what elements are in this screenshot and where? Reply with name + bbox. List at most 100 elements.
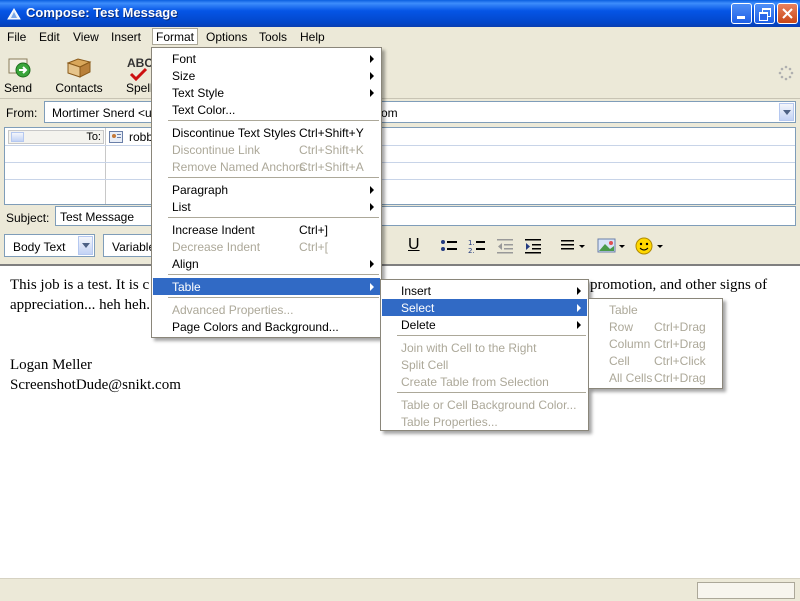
- body-line: This job is a test. It is c: [10, 277, 150, 293]
- menu-help[interactable]: Help: [300, 30, 325, 44]
- menu-item-discontinue-text-styles[interactable]: Discontinue Text Styles Ctrl+Shift+Y: [153, 124, 380, 141]
- throbber-icon: [778, 65, 794, 81]
- menu-item-text-color[interactable]: Text Color...: [153, 101, 380, 118]
- menu-item-select-row: Row Ctrl+Drag: [609, 320, 706, 334]
- body-line: ScreenshotDude@snikt.com: [10, 377, 181, 393]
- close-button[interactable]: [777, 3, 798, 24]
- menu-bar: File Edit View Insert Format Options Too…: [0, 27, 800, 47]
- table-submenu: Insert Select Delete Join with Cell to t…: [380, 279, 589, 431]
- menu-item-increase-indent[interactable]: Increase Indent Ctrl+]: [153, 221, 380, 238]
- subject-label: Subject:: [6, 211, 50, 225]
- submenu-arrow-icon: [577, 304, 581, 312]
- body-line: promotion, and other signs of: [590, 277, 768, 293]
- menu-separator: [168, 177, 379, 178]
- outdent-icon[interactable]: [496, 238, 514, 254]
- menu-item-remove-named-anchors: Remove Named Anchors Ctrl+Shift+A: [172, 160, 364, 174]
- menu-insert[interactable]: Insert: [111, 30, 141, 44]
- to-input[interactable]: robb: [129, 130, 153, 144]
- underline-button[interactable]: U: [408, 236, 420, 254]
- menu-item-align[interactable]: Align: [153, 255, 380, 272]
- subject-value: Test Message: [60, 210, 135, 224]
- submenu-arrow-icon: [370, 283, 374, 291]
- menu-item-font[interactable]: Font: [153, 50, 380, 67]
- menu-item-text-style[interactable]: Text Style: [153, 84, 380, 101]
- compose-app-icon: [7, 8, 21, 20]
- paragraph-style-select[interactable]: Body Text: [4, 234, 95, 257]
- menu-format[interactable]: Format: [152, 28, 199, 45]
- format-menu: Font Size Text Style Text Color... Disco…: [151, 47, 382, 338]
- menu-view[interactable]: View: [73, 30, 99, 44]
- menu-file[interactable]: File: [7, 30, 26, 44]
- menu-separator: [168, 217, 379, 218]
- menu-tools[interactable]: Tools: [259, 30, 287, 44]
- menu-item-split-cell: Split Cell: [401, 358, 449, 372]
- menu-item-select-cell: Cell Ctrl+Click: [609, 354, 706, 368]
- send-label: Send: [3, 81, 33, 95]
- paragraph-style-value: Body Text: [13, 240, 66, 254]
- send-icon: [8, 58, 31, 78]
- contacts-button[interactable]: Contacts: [54, 51, 104, 97]
- restore-button[interactable]: [754, 3, 775, 24]
- menu-item-discontinue-link: Discontinue Link Ctrl+Shift+K: [172, 143, 364, 157]
- menu-item-list[interactable]: List: [153, 198, 380, 215]
- submenu-arrow-icon: [577, 321, 581, 329]
- submenu-arrow-icon: [577, 287, 581, 295]
- from-value: Mortimer Snerd <us: [52, 106, 158, 120]
- menu-separator: [168, 297, 379, 298]
- submenu-arrow-icon: [370, 203, 374, 211]
- menu-item-table[interactable]: Table: [153, 278, 380, 295]
- menu-item-select-column: Column Ctrl+Drag: [609, 337, 706, 351]
- recipient-type-select[interactable]: To:: [8, 130, 104, 144]
- chevron-down-icon[interactable]: [11, 132, 24, 142]
- menu-separator: [397, 392, 586, 393]
- menu-options[interactable]: Options: [206, 30, 247, 44]
- menu-item-advanced-properties: Advanced Properties...: [172, 303, 294, 317]
- body-line: Logan Meller: [10, 357, 93, 373]
- menu-item-background-color: Table or Cell Background Color...: [401, 398, 577, 412]
- menu-item-insert[interactable]: Insert: [382, 282, 587, 299]
- minimize-icon: [737, 16, 745, 19]
- progress-meter: [697, 582, 795, 599]
- menu-item-page-colors[interactable]: Page Colors and Background...: [153, 318, 380, 335]
- menu-item-decrease-indent: Decrease Indent Ctrl+[: [172, 240, 329, 254]
- submenu-arrow-icon: [370, 260, 374, 268]
- body-line: appreciation... heh heh.: [10, 297, 150, 313]
- menu-separator: [168, 120, 379, 121]
- close-icon: [782, 8, 793, 19]
- contacts-label: Contacts: [55, 81, 103, 95]
- menu-item-select-all-cells: All Cells Ctrl+Drag: [609, 371, 706, 385]
- font-value: Variable: [112, 240, 156, 254]
- status-bar: [0, 578, 800, 601]
- menu-item-join-cell: Join with Cell to the Right: [401, 341, 537, 355]
- minimize-button[interactable]: [731, 3, 752, 24]
- numbered-list-icon[interactable]: 1.2.: [468, 238, 486, 254]
- indent-icon[interactable]: [524, 238, 542, 254]
- title-bar: Compose: Test Message: [0, 0, 800, 27]
- insert-image-icon[interactable]: [597, 237, 627, 255]
- menu-item-table-properties: Table Properties...: [401, 415, 498, 429]
- svg-text:2.: 2.: [468, 247, 475, 254]
- smiley-icon[interactable]: [635, 236, 665, 256]
- contact-card-icon: [109, 131, 123, 143]
- submenu-arrow-icon: [370, 72, 374, 80]
- to-label: To:: [86, 131, 101, 143]
- menu-item-size[interactable]: Size: [153, 67, 380, 84]
- formatting-toolbar: Body Text Variable U 1. 2.: [0, 231, 800, 263]
- submenu-arrow-icon: [370, 89, 374, 97]
- from-value-tail: om: [381, 106, 398, 120]
- bullet-list-icon[interactable]: [440, 238, 458, 254]
- submenu-arrow-icon: [370, 186, 374, 194]
- menu-item-paragraph[interactable]: Paragraph: [153, 181, 380, 198]
- chevron-down-icon[interactable]: [779, 103, 794, 121]
- menu-separator: [168, 274, 379, 275]
- align-menu-icon[interactable]: [560, 238, 586, 254]
- chevron-down-icon[interactable]: [78, 236, 93, 255]
- menu-item-select[interactable]: Select: [382, 299, 587, 316]
- menu-edit[interactable]: Edit: [39, 30, 60, 44]
- recipients-list: To: robb: [4, 127, 796, 205]
- svg-text:1.: 1.: [468, 239, 475, 247]
- menu-item-delete[interactable]: Delete: [382, 316, 587, 333]
- window-title: Compose: Test Message: [26, 5, 178, 20]
- menu-item-create-table: Create Table from Selection: [401, 375, 549, 389]
- send-button[interactable]: Send: [0, 51, 36, 97]
